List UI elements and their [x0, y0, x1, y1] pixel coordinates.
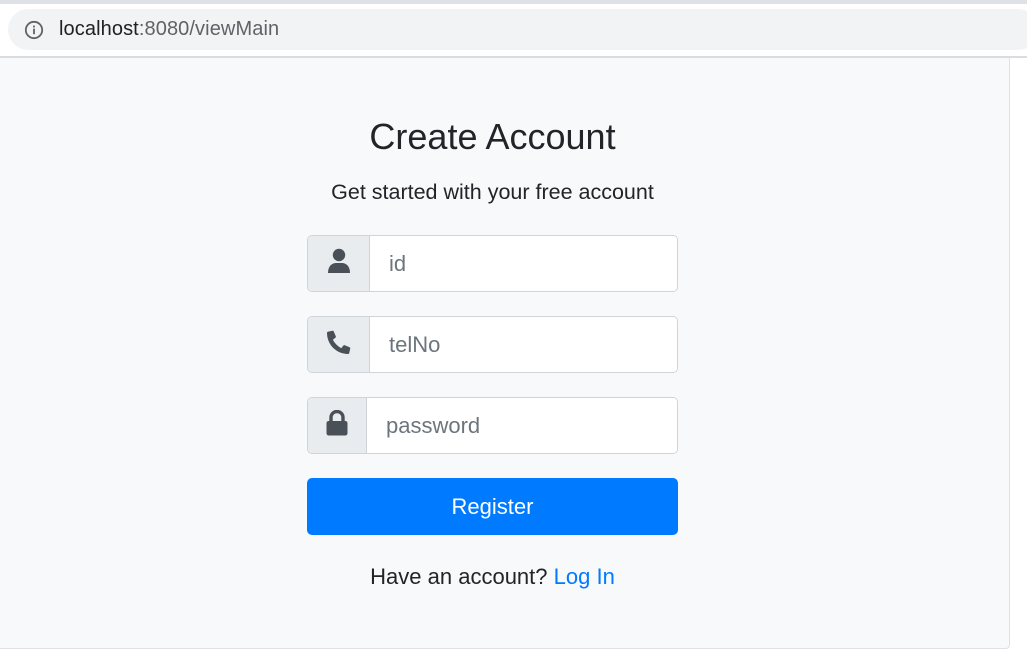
url-text[interactable]: localhost:8080/viewMain: [59, 18, 279, 41]
telno-input-group: [307, 316, 678, 373]
login-prompt-line: Have an account? Log In: [0, 564, 985, 590]
url-path: :8080/viewMain: [138, 18, 280, 40]
password-input-group: [307, 397, 678, 454]
page-title: Create Account: [369, 116, 616, 157]
url-host: localhost: [59, 18, 139, 40]
password-input[interactable]: [367, 398, 677, 453]
telno-input[interactable]: [370, 317, 677, 372]
phone-icon: [326, 330, 351, 359]
id-input[interactable]: [370, 236, 677, 291]
info-icon[interactable]: [24, 20, 44, 40]
user-icon: [327, 248, 351, 279]
address-bar[interactable]: localhost:8080/viewMain: [8, 9, 1027, 50]
tab-strip-edge: [0, 0, 1027, 4]
password-addon: [308, 398, 367, 453]
page-subtitle: Get started with your free account: [331, 180, 654, 204]
login-link[interactable]: Log In: [554, 564, 615, 589]
telno-addon: [308, 317, 370, 372]
browser-toolbar: localhost:8080/viewMain: [0, 0, 1027, 58]
id-addon: [308, 236, 370, 291]
lock-icon: [326, 409, 348, 441]
page-content: Create Account Get started with your fre…: [0, 58, 1010, 649]
login-prompt-text: Have an account?: [370, 564, 548, 589]
register-button[interactable]: Register: [307, 478, 678, 535]
id-input-group: [307, 235, 678, 292]
